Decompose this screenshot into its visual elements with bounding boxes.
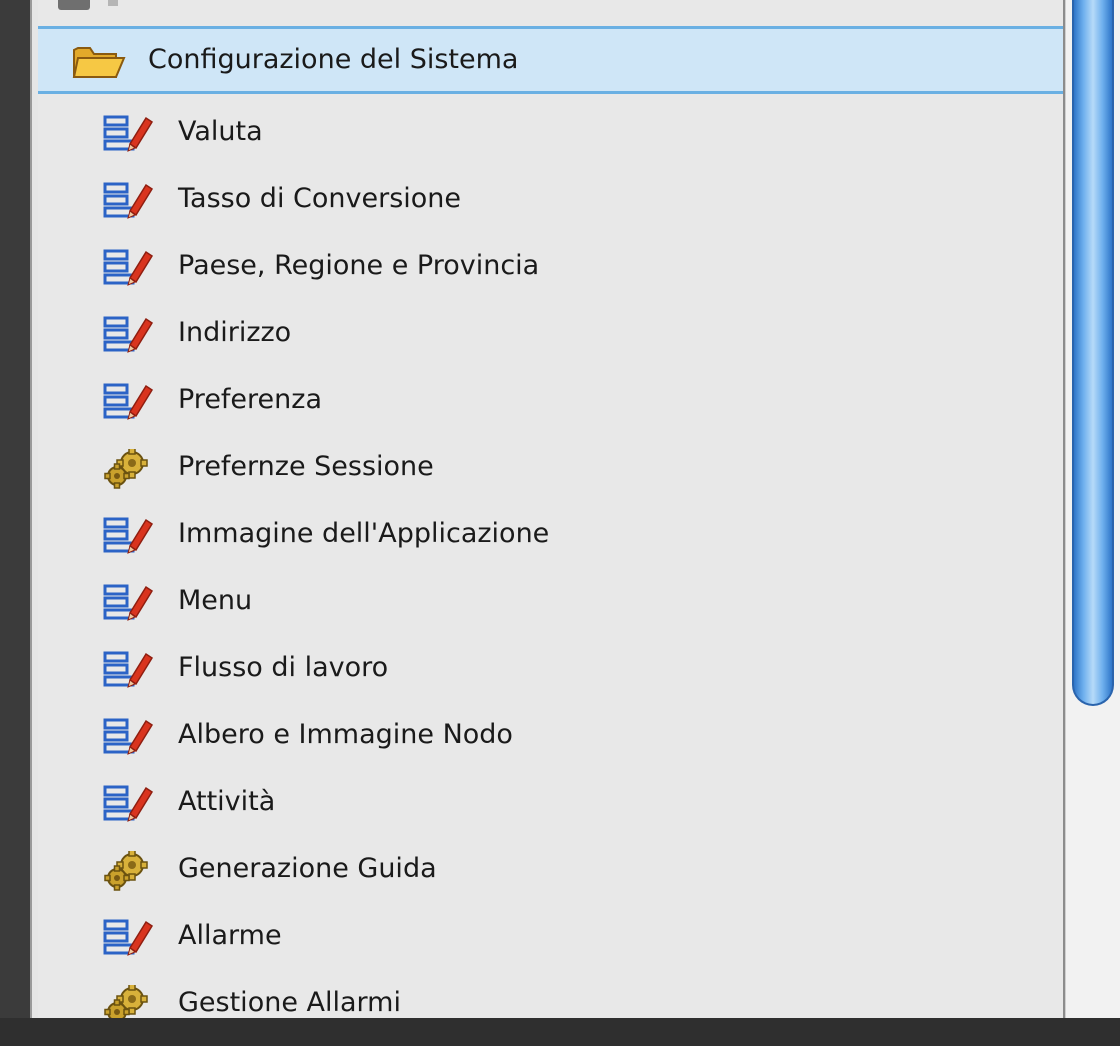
vertical-scrollbar[interactable]	[1065, 0, 1120, 1018]
tree-item-label: Paese, Regione e Provincia	[178, 250, 540, 281]
window-left-bevel	[30, 0, 38, 1046]
tree-item-label: Attività	[178, 786, 276, 817]
tree-item-label: Flusso di lavoro	[178, 652, 389, 683]
tree-item-immagine-dell-applicazione[interactable]: Immagine dell'Applicazione	[38, 502, 1063, 568]
tree-item-label: Tasso di Conversione	[178, 183, 462, 214]
window-form-icon	[102, 248, 154, 288]
tree-item-label: Valuta	[178, 116, 263, 147]
gears-process-icon	[102, 983, 154, 1018]
tree-item-generazione-guida[interactable]: Generazione Guida	[38, 837, 1063, 903]
scrollbar-thumb[interactable]	[1072, 0, 1114, 706]
tree-item-valuta[interactable]: Valuta	[38, 100, 1063, 166]
window-form-icon	[102, 382, 154, 422]
tree-item-allarme[interactable]: Allarme	[38, 904, 1063, 970]
tree-item-paese-regione-e-provincia[interactable]: Paese, Regione e Provincia	[38, 234, 1063, 300]
tree-node-root-label: Configurazione del Sistema	[148, 44, 519, 75]
tree-item-attivita[interactable]: Attività	[38, 770, 1063, 836]
tree-window: Configurazione del Sistema Valuta Tasso d…	[0, 0, 1120, 1046]
window-bottom-border	[0, 1018, 1120, 1046]
tree-item-label: Immagine dell'Applicazione	[178, 518, 550, 549]
tree-item-label: Gestione Allarmi	[178, 987, 401, 1018]
menu-tree-panel: Configurazione del Sistema Valuta Tasso d…	[38, 0, 1065, 1018]
previous-item-label-fragment	[108, 0, 118, 6]
tree-item-label: Generazione Guida	[178, 853, 437, 884]
tree-item-label: Preferenza	[178, 384, 322, 415]
window-form-icon	[102, 516, 154, 556]
window-form-icon	[102, 650, 154, 690]
window-left-border	[0, 0, 30, 1046]
previous-item-icon	[58, 0, 90, 10]
window-form-icon	[102, 181, 154, 221]
tree-item-flusso-di-lavoro[interactable]: Flusso di lavoro	[38, 636, 1063, 702]
tree-item-gestione-allarmi[interactable]: Gestione Allarmi	[38, 971, 1063, 1018]
tree-item-label: Allarme	[178, 920, 282, 951]
tree-item-indirizzo[interactable]: Indirizzo	[38, 301, 1063, 367]
tree-item-prefernze-sessione[interactable]: Prefernze Sessione	[38, 435, 1063, 501]
window-form-icon	[102, 114, 154, 154]
tree-item-preferenza[interactable]: Preferenza	[38, 368, 1063, 434]
window-form-icon	[102, 918, 154, 958]
window-form-icon	[102, 315, 154, 355]
tree-item-label: Menu	[178, 585, 253, 616]
window-form-icon	[102, 717, 154, 757]
tree-item-albero-e-immagine-nodo[interactable]: Albero e Immagine Nodo	[38, 703, 1063, 769]
gears-process-icon	[102, 447, 154, 489]
folder-open-icon	[72, 47, 126, 78]
gears-process-icon	[102, 849, 154, 891]
window-form-icon	[102, 784, 154, 824]
tree-item-tasso-di-conversione[interactable]: Tasso di Conversione	[38, 167, 1063, 233]
window-form-icon	[102, 583, 154, 623]
tree-item-menu[interactable]: Menu	[38, 569, 1063, 635]
tree-item-label: Prefernze Sessione	[178, 451, 434, 482]
tree-item-label: Albero e Immagine Nodo	[178, 719, 513, 750]
tree-item-label: Indirizzo	[178, 317, 292, 348]
